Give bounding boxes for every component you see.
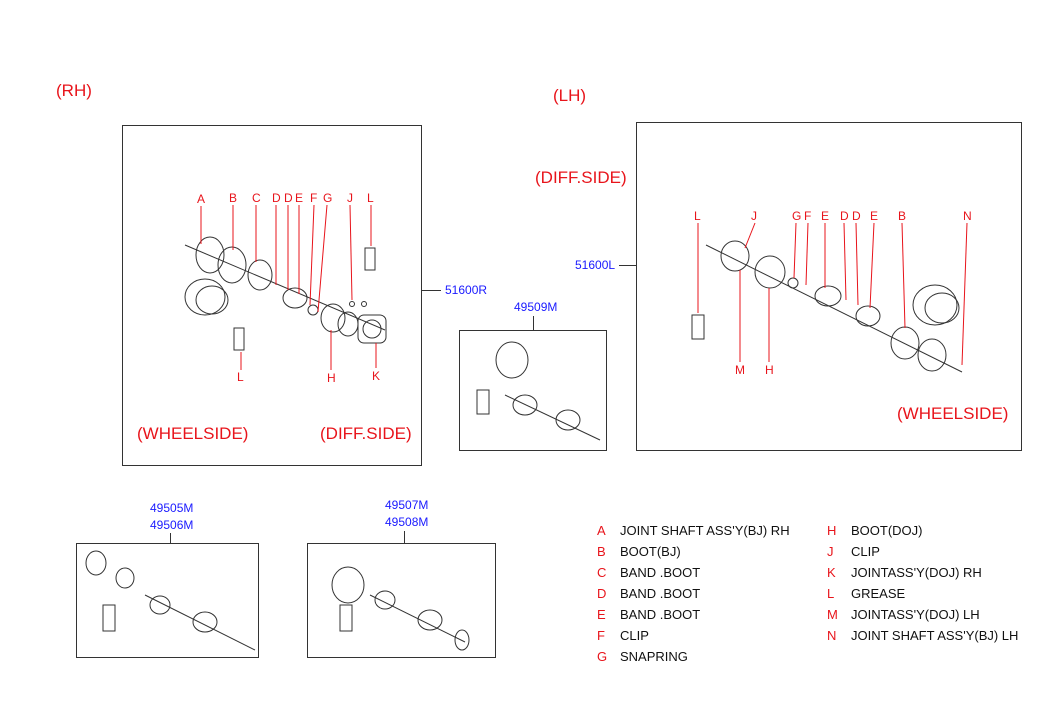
callout-d: D [272,191,281,205]
legend-letter: N [827,628,837,643]
callout-g: G [323,191,333,205]
callout-h: H [327,371,336,385]
part-number-51600l: 51600L [575,258,616,272]
callout-c: C [252,191,261,205]
legend-letter: G [597,649,608,664]
callout-e: E [821,209,830,223]
callout-n: N [963,209,972,223]
callout-e: E [870,209,879,223]
legend-description: BOOT(BJ) [620,544,681,559]
legend-description: BAND .BOOT [620,565,701,580]
legend-letter: J [827,544,834,559]
callout-m: M [735,363,745,377]
callout-d: D [840,209,849,223]
callout-b: B [898,209,907,223]
legend-letter: A [597,523,606,538]
callout-l: L [237,370,244,384]
callout-d: D [852,209,861,223]
legend-description: BAND .BOOT [620,607,701,622]
legend-letter: M [827,607,838,622]
legend-description: GREASE [851,586,906,601]
callout-j: J [347,191,353,205]
legend-letter: B [597,544,606,559]
part-number-51600r: 51600R [445,283,488,297]
leader-line [533,316,534,330]
callout-a: A [197,192,206,206]
callout-f: F [804,209,812,223]
part-number-49508m: 49508M [385,515,429,529]
kit-49505m-box [76,543,259,658]
legend-letter: E [597,607,606,622]
callout-d: D [284,191,293,205]
legend-description: JOINTASS'Y(DOJ) LH [851,607,980,622]
callout-b: B [229,191,238,205]
legend-letter: D [597,586,607,601]
legend-description: JOINT SHAFT ASS'Y(BJ) RH [620,523,790,538]
part-number-49507m: 49507M [385,498,429,512]
legend-description: BOOT(DOJ) [851,523,923,538]
rh-wheelside-label: (WHEELSIDE) [137,424,249,443]
legend-letter: H [827,523,837,538]
legend-description: CLIP [851,544,880,559]
leader-line [404,531,405,543]
lh-assembly-box [636,122,1022,451]
callout-k: K [372,369,381,383]
legend-description: BAND .BOOT [620,586,701,601]
part-number-49509m: 49509M [514,300,558,314]
leader-line [170,533,171,543]
part-number-49505m: 49505M [150,501,194,515]
callout-l: L [367,191,374,205]
legend-description: SNAPRING [620,649,688,664]
part-number-49506m: 49506M [150,518,194,532]
callout-f: F [310,191,318,205]
leader-line [619,265,636,266]
legend-letter: L [827,586,835,601]
kit-49509m-box [459,330,607,451]
leader-line [421,290,441,291]
legend-letter: F [597,628,605,643]
parts-diagram: (RH) (LH) A B C D D E F G J L L H K (WHE… [0,0,1063,727]
callout-h: H [765,363,774,377]
lh-wheelside-label: (WHEELSIDE) [897,404,1009,423]
legend-description: JOINT SHAFT ASS'Y(BJ) LH [851,628,1019,643]
callout-g: G [792,209,802,223]
kit-49507m-box [307,543,496,658]
legend-description: JOINTASS'Y(DOJ) RH [851,565,982,580]
callout-j: J [751,209,757,223]
legend-description: CLIP [620,628,649,643]
callout-l: L [694,209,701,223]
legend-letter: K [827,565,836,580]
lh-diffside-label: (DIFF.SIDE) [535,168,627,187]
rh-diffside-label: (DIFF.SIDE) [320,424,412,443]
legend-letter: C [597,565,607,580]
callout-e: E [295,191,304,205]
